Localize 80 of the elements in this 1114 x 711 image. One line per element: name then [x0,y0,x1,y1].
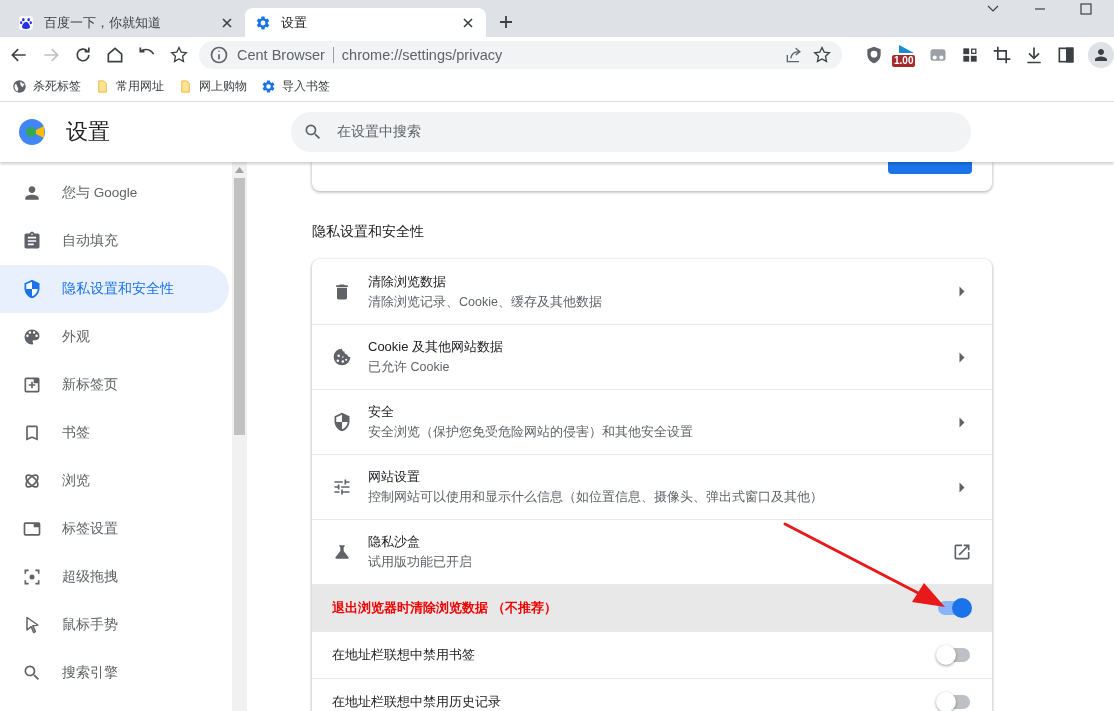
row-title: Cookie 及其他网站数据 [368,338,505,356]
crop-icon[interactable] [992,44,1012,65]
row-title: 在地址栏联想中禁用书签 [332,646,476,664]
star-icon[interactable] [812,44,832,65]
caret-icon [959,286,965,297]
shield-icon[interactable] [864,44,884,65]
settings-row[interactable]: 清除浏览数据 清除浏览记录、Cookie、缓存及其他数据 [312,259,992,324]
sidebar-item[interactable]: 浏览 [0,457,229,505]
bookmark-item[interactable]: 网上购物 [178,78,247,95]
sidebar-item[interactable]: 外观 [0,313,229,361]
row-title: 隐私沙盒 [368,533,421,551]
external-link-icon [952,542,972,562]
clipboard-icon [22,231,42,251]
search-placeholder: 在设置中搜索 [337,123,421,141]
globe-icon [12,79,27,94]
palette-icon [22,327,42,347]
browser-tab[interactable]: 百度一下，你就知道 [8,8,245,37]
sidebar-item[interactable]: 搜索引擎 [0,649,229,697]
sliders-icon [332,477,352,497]
search-icon [303,122,323,142]
new-tab-icon[interactable] [498,14,514,30]
row-description: 试用版功能已开启 [368,554,473,571]
atom-icon [22,471,42,491]
search-field[interactable]: 在设置中搜索 [291,112,971,152]
sidebar-item[interactable]: 新标签页 [0,361,229,409]
site-name: Cent Browser [237,46,325,63]
toggle-switch[interactable] [936,692,972,711]
page-title: 设置 [66,118,111,146]
sidebar-item[interactable]: 您与 Google [0,169,229,217]
row-description: 已允许 Cookie [368,359,451,376]
row-description: 清除浏览记录、Cookie、缓存及其他数据 [368,293,603,311]
scrollbar[interactable] [232,162,247,711]
flask-icon [332,542,352,562]
focus-icon [22,567,42,587]
toggle-switch[interactable] [936,645,972,665]
shield-icon [22,279,42,299]
bookmark-item[interactable]: 导入书签 [261,78,330,95]
gear-icon [261,79,276,94]
maximize-icon[interactable] [1079,2,1093,16]
row-description: 安全浏览（保护您免受危险网站的侵害）和其他安全设置 [368,424,694,441]
caret-icon [959,481,965,493]
avatar[interactable] [1088,41,1114,68]
extension-badge: 1.00 [892,54,916,67]
caret-icon [959,351,965,363]
sidebar-item[interactable]: 标签设置 [0,505,229,553]
row-title: 安全 [368,403,395,421]
bookmark-item[interactable]: 杀死标签 [12,78,81,95]
settings-row[interactable]: 安全 安全浏览（保护您免受危险网站的侵害）和其他安全设置 [312,389,992,454]
row-title: 清除浏览数据 [368,272,447,291]
row-title: 退出浏览器时清除浏览数据 （不推荐） [332,599,558,617]
caret-icon [959,416,965,428]
sidebar-item[interactable]: 隐私设置和安全性 [0,265,229,313]
gear-icon [255,14,271,31]
bookmark-item[interactable]: 常用网址 [95,78,164,95]
browser-tab[interactable]: 设置 [245,8,486,37]
sidebar-item[interactable]: 书签 [0,409,229,457]
paw-icon [18,14,34,31]
star-icon[interactable] [169,44,189,65]
logo-icon [19,119,45,145]
address-bar[interactable]: Cent Browser chrome://settings/privacy [199,40,842,69]
sidebar-item[interactable]: 鼠标手势 [0,601,229,649]
folder-icon [95,79,110,94]
scrollbar-thumb[interactable] [234,178,245,435]
new-tab-icon [22,375,42,395]
search-icon [22,663,42,683]
info-icon[interactable] [209,44,229,65]
row-title: 网站设置 [368,468,421,486]
sidebar-item[interactable]: 超级拖拽 [0,553,229,601]
toggle-switch[interactable] [936,598,972,618]
row-title: 在地址栏联想中禁用历史记录 [332,693,502,711]
shield-icon [332,412,352,432]
url-text: chrome://settings/privacy [341,46,504,63]
settings-row[interactable]: 网站设置 控制网站可以使用和显示什么信息（如位置信息、摄像头、弹出式窗口及其他） [312,454,992,519]
folder-icon [178,79,193,94]
row-description: 控制网站可以使用和显示什么信息（如位置信息、摄像头、弹出式窗口及其他） [368,489,824,506]
settings-row[interactable]: Cookie 及其他网站数据 已允许 Cookie [312,324,992,389]
sidebar-item[interactable]: 自动填充 [0,217,229,265]
section-title: 隐私设置和安全性 [312,223,425,241]
window-icon [22,519,42,539]
cookie-icon [332,347,352,367]
